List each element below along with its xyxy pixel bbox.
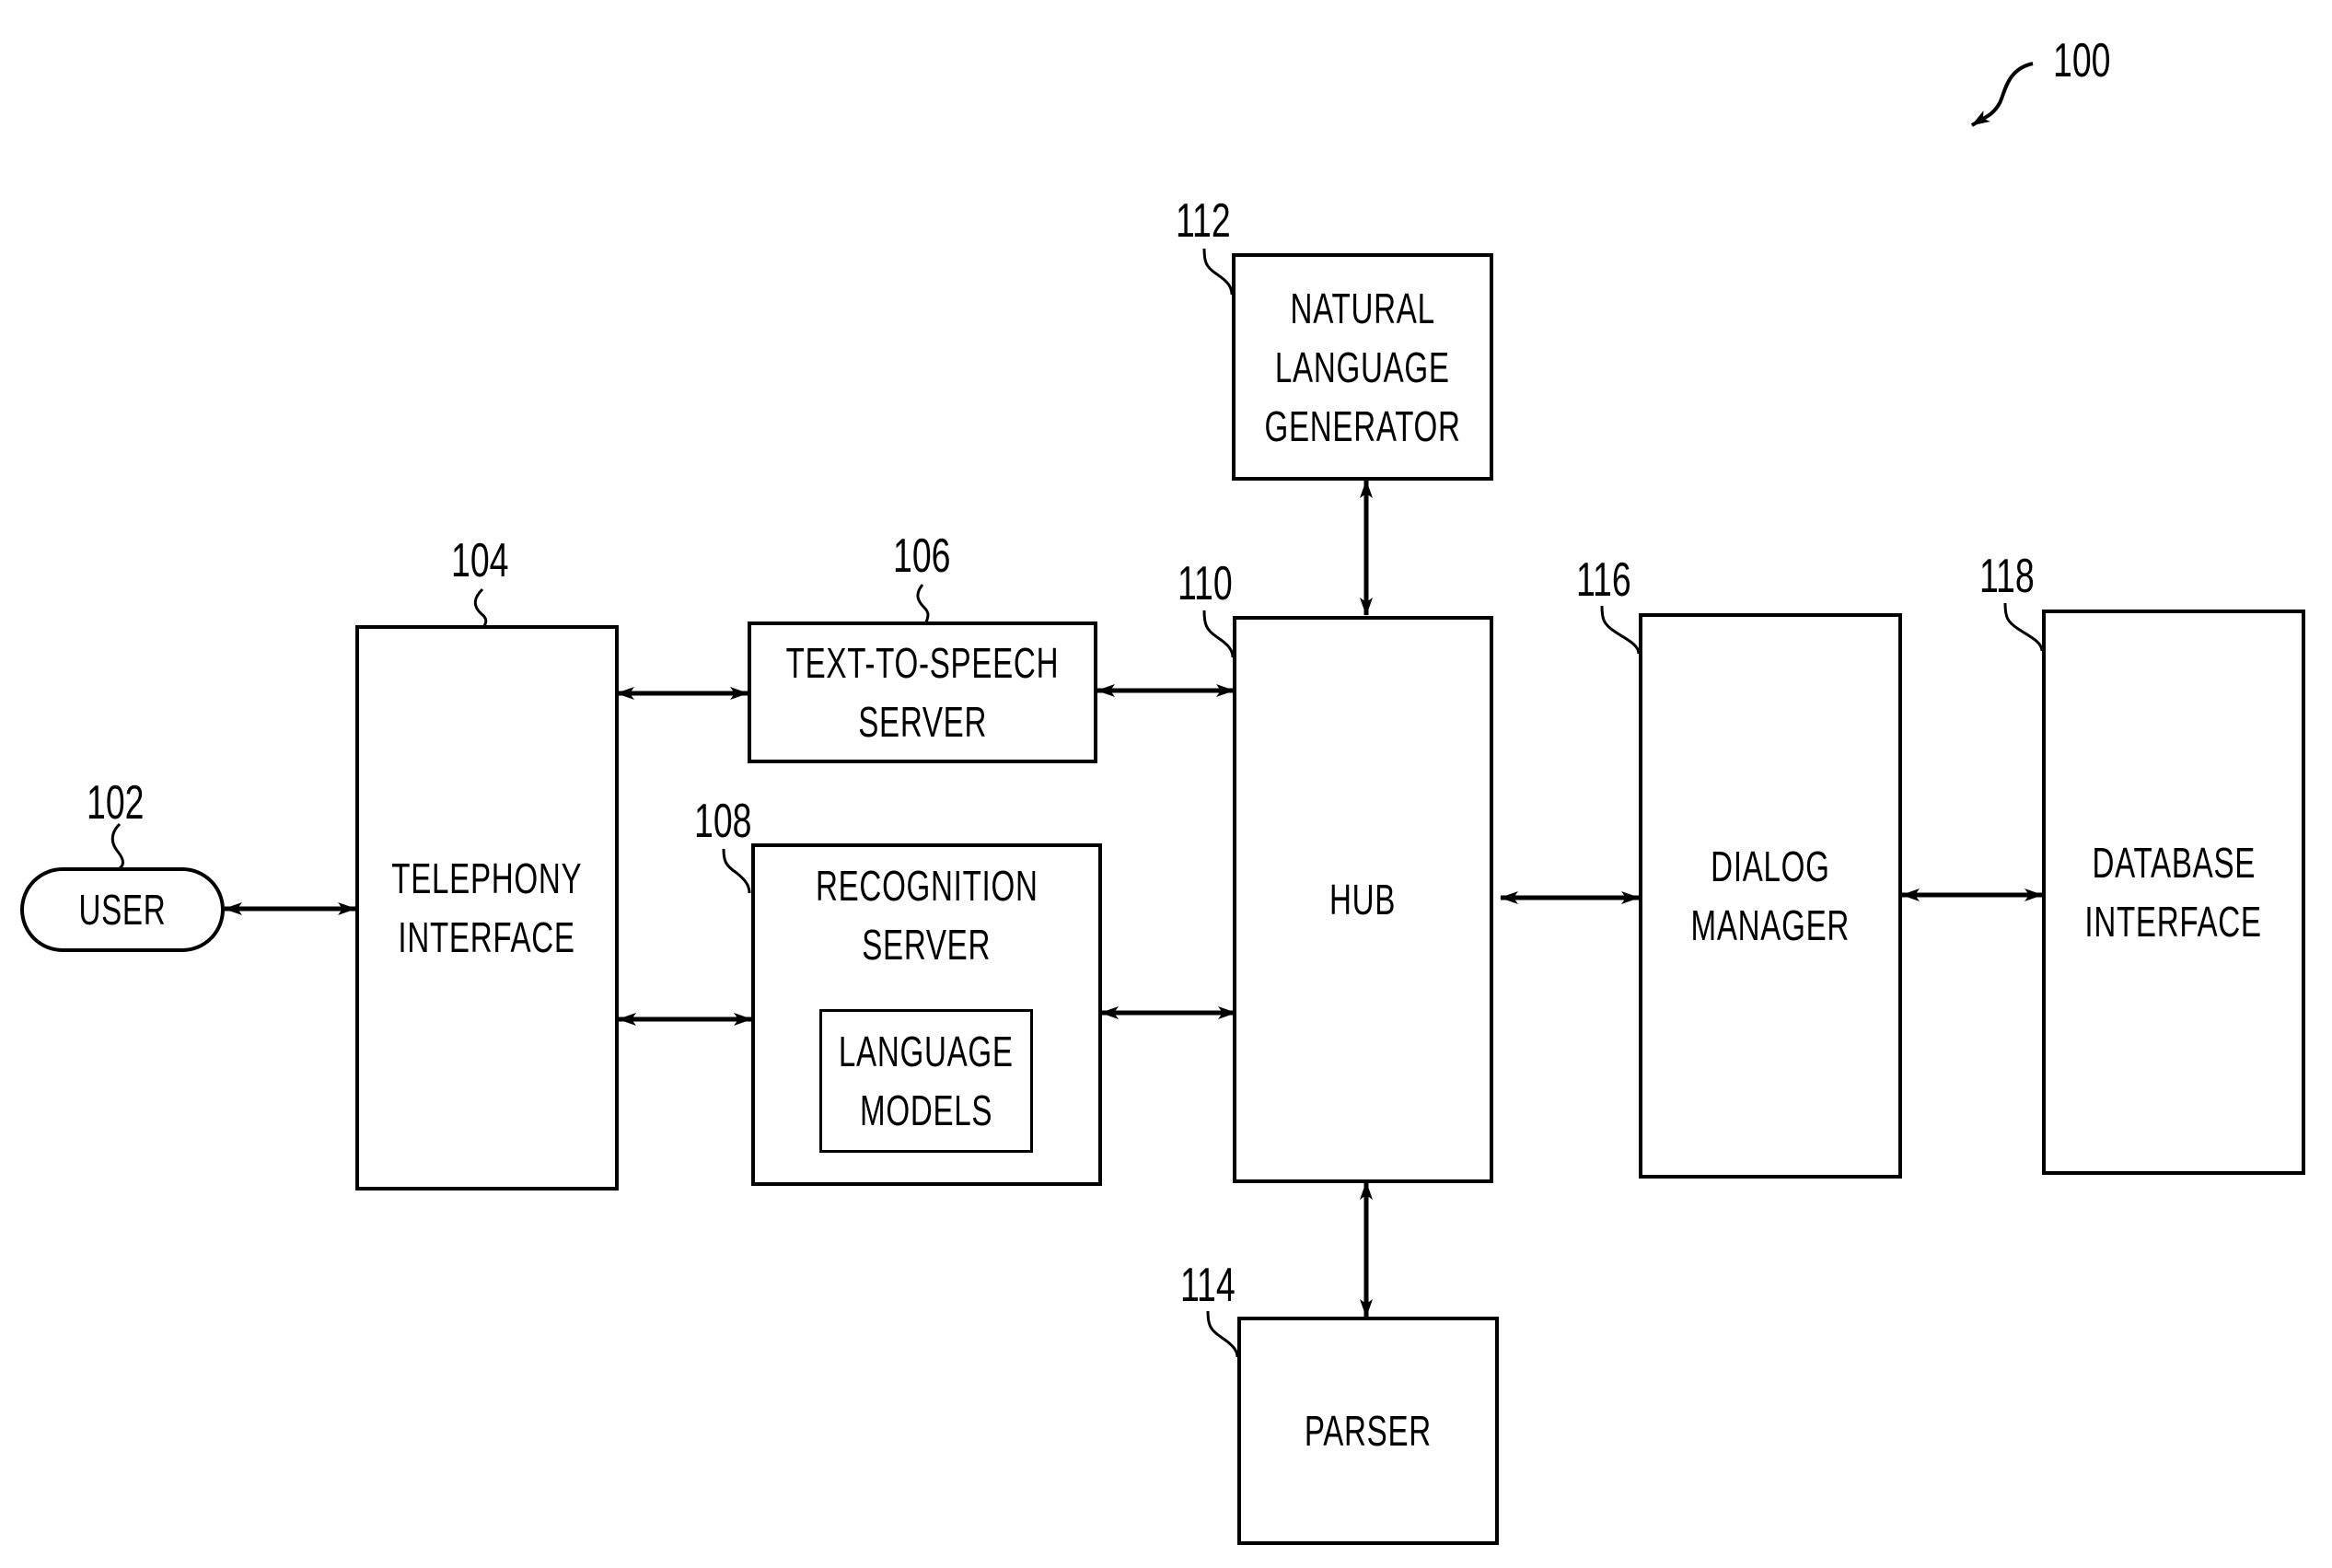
connector-layer: [110, 62, 2044, 1358]
nlg-label-line3: GENERATOR: [1264, 401, 1461, 450]
dialog-label-line1: DIALOG: [1711, 842, 1830, 890]
database-interface-box: DATABASE INTERFACE: [2042, 610, 2305, 1175]
nlg-label-line2: LANGUAGE: [1275, 343, 1450, 391]
language-models-label-line1: LANGUAGE: [839, 1028, 1014, 1075]
language-models-label-line2: MODELS: [859, 1086, 993, 1134]
dialog-label-line2: MANAGER: [1690, 901, 1851, 949]
natural-language-generator-box: NATURAL LANGUAGE GENERATOR: [1232, 253, 1493, 481]
system-diagram: 100 102 104 106 108 110 112 114 116 118 …: [0, 0, 2332, 1568]
ref-label-tts: 106: [893, 529, 951, 583]
leader-112: [1202, 248, 1234, 296]
ref-label-nlg: 112: [1176, 194, 1231, 248]
telephony-label-line1: TELEPHONY: [391, 854, 583, 902]
dialog-manager-box: DIALOG MANAGER: [1639, 613, 1902, 1179]
database-label-line2: INTERFACE: [2084, 898, 2263, 946]
parser-box: PARSER: [1237, 1317, 1499, 1545]
figure-ref-arrow: [1970, 62, 2034, 127]
text-to-speech-server-box: TEXT-TO-SPEECH SERVER: [748, 621, 1097, 763]
recognition-label-line1: RECOGNITION: [815, 862, 1038, 910]
leader-104: [473, 587, 488, 627]
nlg-label-line1: NATURAL: [1290, 284, 1435, 332]
ref-label-dialog: 116: [1576, 553, 1631, 607]
leader-118: [2003, 602, 2044, 652]
tts-label-line1: TEXT-TO-SPEECH: [785, 639, 1060, 687]
leader-110: [1202, 610, 1235, 658]
tts-label-line2: SERVER: [858, 698, 987, 746]
ref-label-database: 118: [1979, 550, 2035, 603]
language-models-box: LANGUAGE MODELS: [819, 1009, 1033, 1153]
telephony-interface-box: TELEPHONY INTERFACE: [355, 625, 619, 1191]
ref-label-parser: 114: [1180, 1259, 1236, 1312]
leader-108: [722, 848, 751, 894]
hub-label: HUB: [1329, 876, 1397, 923]
ref-label-hub: 110: [1178, 557, 1233, 610]
leader-114: [1206, 1310, 1239, 1358]
ref-label-user: 102: [87, 776, 145, 830]
ref-label-telephony: 104: [451, 534, 509, 587]
user-node: USER: [20, 867, 225, 952]
recognition-label-line2: SERVER: [862, 921, 992, 969]
telephony-label-line2: INTERFACE: [398, 913, 576, 961]
leader-102: [110, 822, 124, 870]
database-label-line1: DATABASE: [2092, 839, 2256, 887]
hub-box: HUB: [1233, 616, 1493, 1183]
leader-116: [1600, 605, 1641, 655]
parser-label: PARSER: [1304, 1407, 1433, 1455]
leader-106: [916, 584, 930, 623]
user-label: USER: [78, 886, 167, 934]
figure-reference-label: 100: [2053, 34, 2111, 87]
ref-label-recognition: 108: [694, 795, 752, 848]
